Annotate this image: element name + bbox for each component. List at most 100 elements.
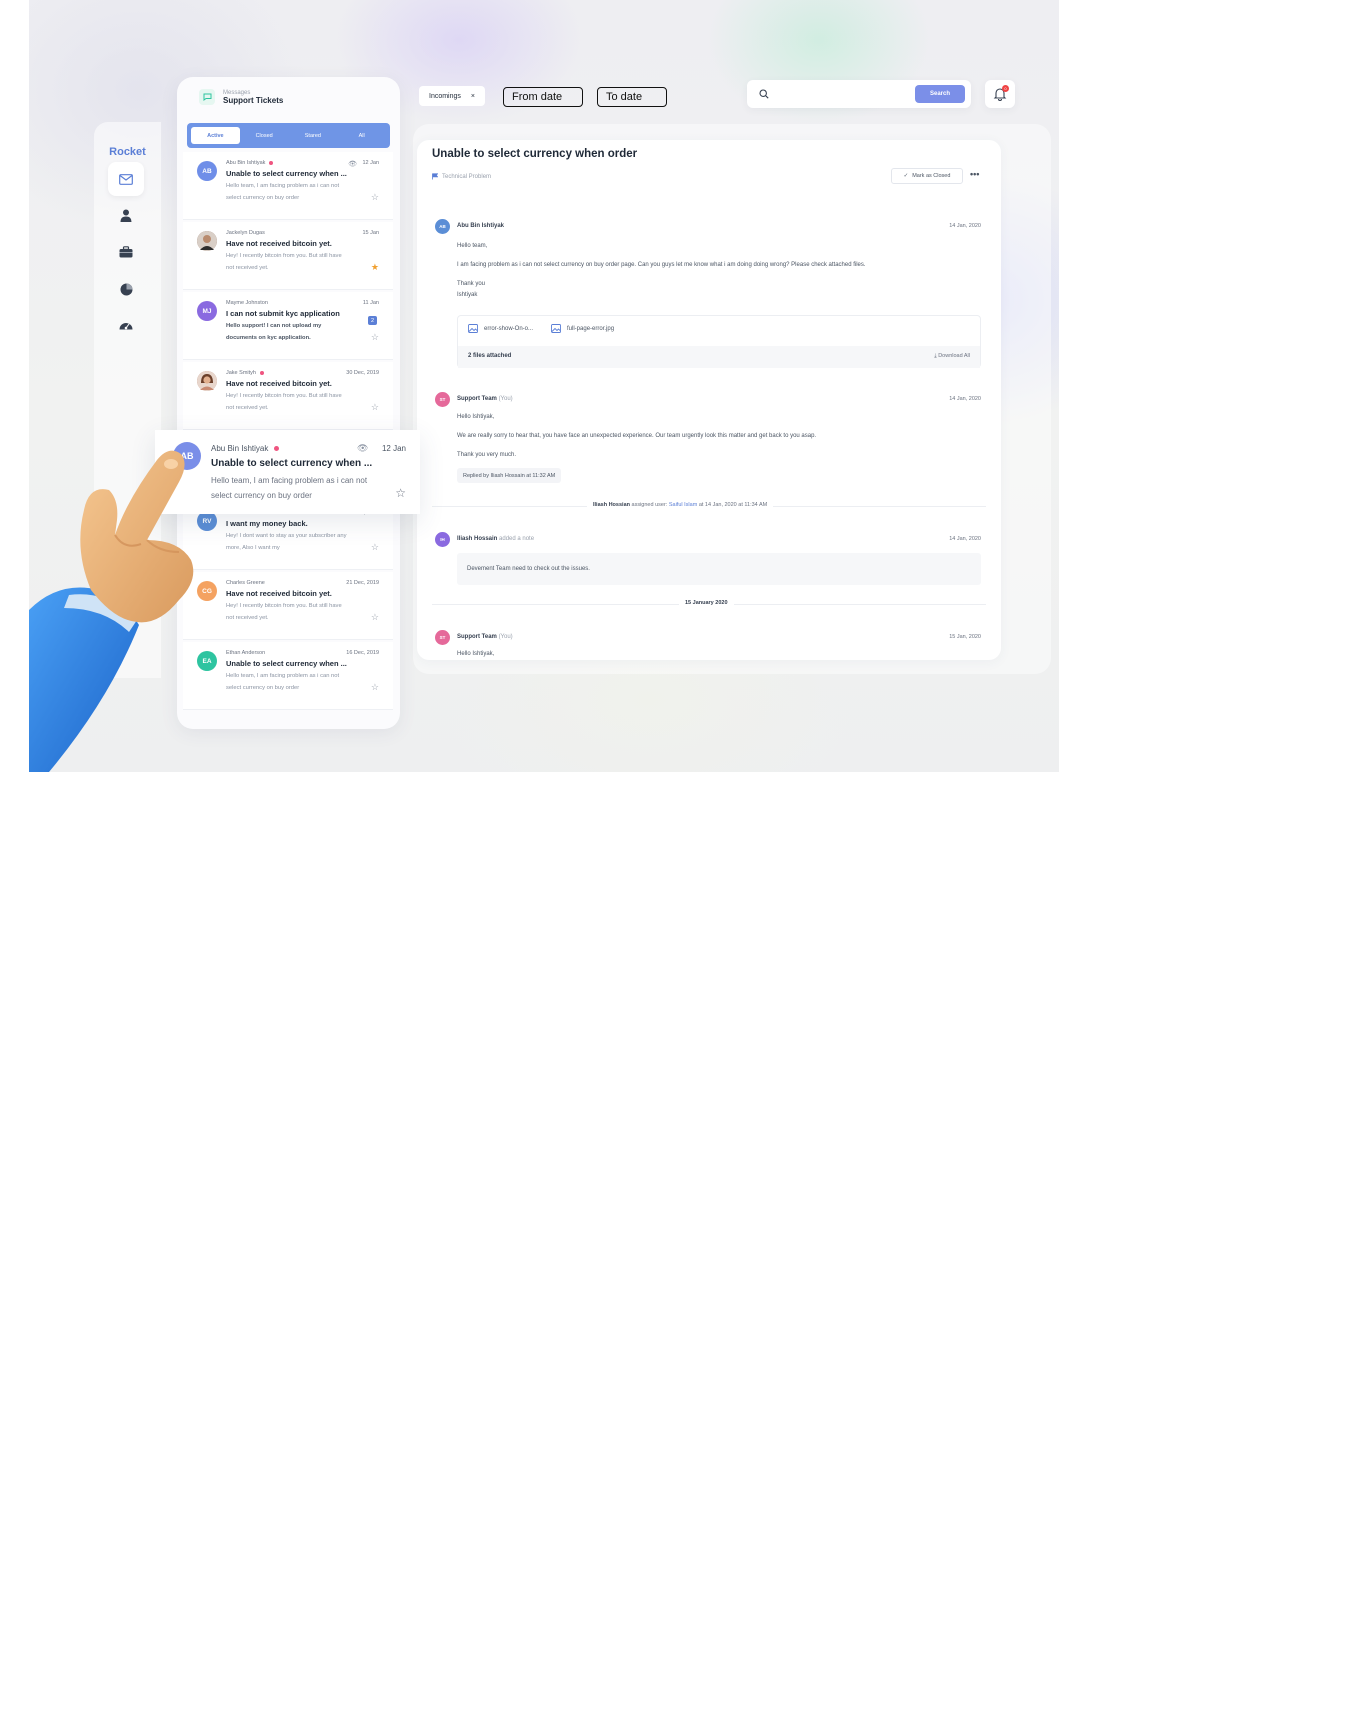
unread-count-badge: 2: [368, 316, 377, 325]
message-date: 14 Jan, 2020: [949, 536, 981, 542]
message-text: Thank you: [457, 281, 486, 287]
avatar: AB: [197, 161, 217, 181]
message-text: Thank you very much.: [457, 452, 517, 458]
ticket-item[interactable]: Jackelyn Dugas 15 Jan Have not received …: [183, 222, 393, 290]
nav-users[interactable]: [108, 198, 144, 232]
ticket-item[interactable]: AB Abu Bin Ishtiyak 👁 12 Jan Unable to s…: [183, 152, 393, 220]
avatar: ST: [435, 392, 450, 407]
avatar: MJ: [197, 301, 217, 321]
list-header: Messages Support Tickets: [199, 89, 283, 105]
ticket-preview: Hey! I recently bitcoin from you. But st…: [226, 253, 342, 271]
more-options-icon[interactable]: •••: [970, 169, 979, 179]
mark-closed-button[interactable]: ✓ Mark as Closed: [891, 168, 963, 184]
nav-messages[interactable]: [108, 162, 144, 196]
conversation-panel: Unable to select currency when order Tec…: [417, 140, 1001, 660]
nav-analytics[interactable]: [108, 272, 144, 306]
search-input[interactable]: [773, 85, 903, 103]
ticket-preview: Hello support! I can not upload my docum…: [226, 323, 322, 341]
ticket-item[interactable]: MJ Mayme Johnston 11 Jan I can not submi…: [183, 292, 393, 360]
from-date-field[interactable]: From date: [503, 87, 583, 107]
message-text: Hello Ishtiyak,: [457, 414, 495, 420]
message-author: Abu Bin Ishtiyak: [457, 223, 505, 229]
ticket-date: 12 Jan: [362, 160, 379, 166]
message-author: Support Team (You): [457, 634, 513, 640]
message-text: Hello Ishtiyak,: [457, 651, 495, 657]
star-icon[interactable]: ☆: [371, 332, 379, 343]
star-icon[interactable]: ☆: [371, 682, 379, 693]
star-icon[interactable]: ☆: [371, 402, 379, 413]
attachment-file[interactable]: error-show-On-o...: [468, 324, 533, 333]
pie-chart-icon: [120, 283, 132, 295]
image-icon: [468, 324, 478, 333]
internal-note: Devement Team need to check out the issu…: [457, 553, 981, 585]
star-filled-icon[interactable]: ★: [371, 262, 379, 273]
ticket-author: Abu Bin Ishtiyak: [226, 160, 274, 166]
assignment-event: Iliash Hossian assigned user: Saiful Isl…: [587, 502, 774, 508]
avatar-photo: [197, 231, 217, 251]
avatar: [197, 231, 217, 251]
check-icon: ✓: [903, 173, 909, 179]
avatar: AB: [435, 219, 450, 234]
to-date-field[interactable]: To date: [597, 87, 667, 107]
tab-stared[interactable]: Stared: [289, 127, 338, 144]
unread-dot: [274, 446, 280, 452]
date-divider: 15 January 2020: [679, 600, 734, 606]
star-icon[interactable]: ☆: [371, 612, 379, 623]
attachments-count: 2 files attached: [468, 353, 512, 359]
ticket-subject: Have not received bitcoin yet.: [226, 239, 332, 248]
pointing-hand-illustration: [29, 450, 194, 772]
download-all-button[interactable]: ⤓ Download All: [934, 353, 970, 360]
message-date: 14 Jan, 2020: [949, 396, 981, 402]
ticket-author: Jackelyn Dugas: [226, 230, 265, 236]
ticket-subject: Have not received bitcoin yet.: [226, 379, 332, 388]
attachment-file[interactable]: full-page-error.jpg: [551, 324, 614, 333]
brand-logo: Rocket: [109, 146, 146, 158]
replied-by-tag: Replied by Iliash Hossain at 11:32 AM: [457, 468, 562, 483]
nav-cases[interactable]: [108, 235, 144, 269]
flag-icon: [432, 173, 438, 180]
notifications-button[interactable]: 0: [985, 80, 1015, 108]
search-box: Search: [747, 80, 971, 108]
ticket-date: 12 Jan: [381, 444, 406, 453]
briefcase-icon: [119, 246, 133, 258]
conversation-title: Unable to select currency when order: [432, 148, 638, 160]
ticket-item[interactable]: Jake Smityh 30 Dec, 2019 Have not receiv…: [183, 362, 393, 430]
list-header-title: Support Tickets: [223, 95, 284, 105]
avatar: IH: [435, 532, 450, 547]
avatar: [197, 371, 217, 391]
close-icon[interactable]: ×: [471, 93, 475, 100]
star-icon[interactable]: ☆: [371, 542, 379, 553]
ticket-preview: Hey! I recently bitcoin from you. But st…: [226, 393, 342, 411]
eye-icon: 👁: [357, 443, 369, 453]
ticket-subject: Unable to select currency when ...: [226, 169, 347, 178]
mail-icon: [119, 173, 133, 185]
eye-icon: 👁: [348, 161, 357, 168]
message-author: Iliash Hossain added a note: [457, 536, 535, 542]
star-icon[interactable]: ☆: [371, 192, 379, 203]
message-text: Ishtiyak: [457, 292, 478, 298]
search-icon: [759, 89, 769, 99]
assigned-user-link[interactable]: Saiful Islam: [669, 502, 697, 508]
avatar-photo: [197, 371, 217, 391]
ticket-author: Mayme Johnston: [226, 300, 268, 306]
ticket-date: 11 Jan: [362, 300, 379, 306]
message-date: 15 Jan, 2020: [949, 634, 981, 640]
message-text: We are really sorry to hear that, you ha…: [457, 433, 817, 439]
filter-chip[interactable]: Incomings ×: [419, 86, 485, 106]
ticket-date: 16 Dec, 2019: [346, 650, 379, 656]
ticket-date: 30 Dec, 2019: [346, 370, 379, 376]
ticket-date: 21 Dec, 2019: [346, 580, 379, 586]
ticket-category: Technical Problem: [432, 173, 491, 180]
message-date: 14 Jan, 2020: [949, 223, 981, 229]
tab-all[interactable]: All: [337, 127, 386, 144]
tab-closed[interactable]: Closed: [240, 127, 289, 144]
ticket-preview: Hello team, I am facing problem as i can…: [226, 183, 340, 201]
search-button[interactable]: Search: [915, 85, 965, 103]
nav-dashboard[interactable]: [108, 308, 144, 342]
star-icon[interactable]: ☆: [395, 486, 406, 500]
dashboard-icon: [119, 323, 133, 330]
tab-active[interactable]: Active: [191, 127, 240, 144]
image-icon: [551, 324, 561, 333]
user-icon: [120, 209, 132, 222]
ticket-date: 15 Jan: [362, 230, 379, 236]
